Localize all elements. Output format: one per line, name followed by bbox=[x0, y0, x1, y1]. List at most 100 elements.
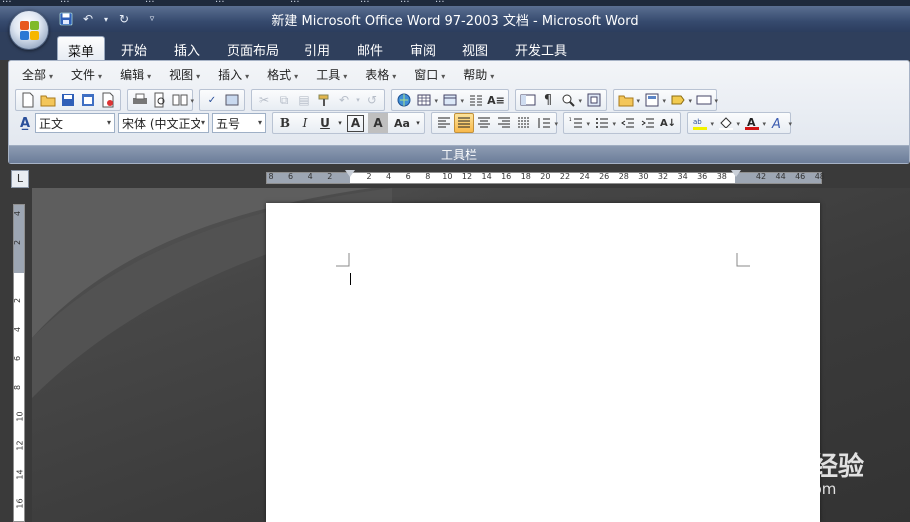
columns-icon[interactable] bbox=[466, 90, 486, 110]
title-bar[interactable]: ↶ ▾ ↻ ▿ 新建 Microsoft Office Word 97-2003… bbox=[0, 6, 910, 32]
spelling-icon[interactable]: ✓ bbox=[202, 90, 222, 110]
text-effects-icon[interactable]: A ▾ bbox=[768, 113, 792, 133]
document-pane-icon[interactable]: ▾ bbox=[642, 90, 666, 110]
font-size-select[interactable]: 五号 ▾ bbox=[212, 113, 266, 133]
tab-menu[interactable]: 菜单 bbox=[57, 36, 106, 60]
folder-icon[interactable]: ▾ bbox=[616, 90, 640, 110]
menu-all[interactable]: 全部 ▾ bbox=[13, 64, 62, 86]
tab-mailings[interactable]: 邮件 bbox=[347, 36, 393, 60]
tab-references[interactable]: 引用 bbox=[294, 36, 340, 60]
tab-page-layout[interactable]: 页面布局 bbox=[217, 36, 289, 60]
menu-insert[interactable]: 插入 ▾ bbox=[209, 64, 258, 86]
chevron-down-icon: ▾ bbox=[434, 97, 438, 105]
decrease-indent-icon[interactable] bbox=[618, 113, 638, 133]
shading-icon[interactable]: ▾ bbox=[716, 113, 740, 133]
export-pdf-icon[interactable] bbox=[98, 90, 118, 110]
tab-insert[interactable]: 插入 bbox=[164, 36, 210, 60]
save-icon[interactable] bbox=[58, 90, 78, 110]
horizontal-ruler[interactable]: 8 6 4 2 2 4 6 8 10 12 14 16 18 20 22 24 26 28 30 32 34 36 38 42… bbox=[266, 170, 825, 184]
char-shading-button[interactable]: A bbox=[368, 113, 388, 133]
read-mode-icon[interactable]: ▾ bbox=[170, 90, 194, 110]
chevron-down-icon: ▾ bbox=[106, 118, 111, 127]
font-color-icon[interactable]: A ▾ bbox=[742, 113, 766, 133]
numbering-icon[interactable]: 1 ▾ bbox=[566, 113, 590, 133]
format-painter-icon[interactable] bbox=[314, 90, 334, 110]
cut-icon[interactable]: ✂ bbox=[254, 90, 274, 110]
tab-selector-button[interactable]: L bbox=[11, 170, 29, 188]
ruler-number: 14 bbox=[481, 172, 492, 181]
ruler-number: 30 bbox=[638, 172, 649, 181]
first-line-indent-marker[interactable] bbox=[345, 170, 355, 177]
formatting-toolbar: A̲ 正文 ▾ 宋体 (中文正文 ▾ 五号 ▾ B I U ▾ A A Aa ▾ ▾ … bbox=[15, 111, 797, 135]
tab-developer[interactable]: 开发工具 bbox=[505, 36, 577, 60]
taskbar-item[interactable]: ... bbox=[400, 0, 410, 5]
underline-dropdown-icon[interactable]: ▾ bbox=[335, 113, 345, 133]
distributed-icon[interactable] bbox=[514, 113, 534, 133]
align-right-icon[interactable] bbox=[494, 113, 514, 133]
sort-icon[interactable]: A↓ bbox=[658, 113, 678, 133]
show-hide-icon[interactable]: ¶ bbox=[538, 90, 558, 110]
office-button[interactable] bbox=[9, 10, 49, 50]
menu-view[interactable]: 视图 ▾ bbox=[160, 64, 209, 86]
doc-map-icon[interactable] bbox=[518, 90, 538, 110]
table-icon[interactable]: ▾ bbox=[414, 90, 438, 110]
zoom-icon[interactable]: ▾ bbox=[558, 90, 582, 110]
research-icon[interactable] bbox=[222, 90, 242, 110]
vertical-ruler[interactable]: 4 2 2 4 6 8 10 12 14 16 bbox=[13, 204, 25, 522]
align-center-icon[interactable] bbox=[474, 113, 494, 133]
char-border-button[interactable]: A bbox=[347, 114, 364, 132]
tab-view[interactable]: 视图 bbox=[452, 36, 498, 60]
italic-button[interactable]: I bbox=[295, 113, 315, 133]
form-field-icon[interactable]: ▾ bbox=[694, 90, 718, 110]
copy-icon[interactable]: ⧉ bbox=[274, 90, 294, 110]
chevron-down-icon: ▾ bbox=[343, 72, 348, 81]
redo-icon[interactable]: ↺ bbox=[362, 90, 382, 110]
menu-format[interactable]: 格式 ▾ bbox=[258, 64, 307, 86]
align-left-icon[interactable] bbox=[434, 113, 454, 133]
increase-indent-icon[interactable] bbox=[638, 113, 658, 133]
ruler-number: 4 bbox=[386, 172, 392, 181]
taskbar-item[interactable]: ... bbox=[215, 0, 225, 5]
line-spacing-icon[interactable]: ▾ bbox=[534, 113, 558, 133]
bold-button[interactable]: B bbox=[275, 113, 295, 133]
permission-icon[interactable] bbox=[78, 90, 98, 110]
change-case-dropdown-icon[interactable]: ▾ bbox=[414, 113, 422, 133]
menu-edit[interactable]: 编辑 ▾ bbox=[111, 64, 160, 86]
taskbar-item[interactable]: ... bbox=[60, 0, 70, 5]
taskbar-item[interactable]: ... bbox=[435, 0, 445, 5]
justify-icon[interactable] bbox=[454, 113, 474, 133]
hyperlink-icon[interactable] bbox=[394, 90, 414, 110]
chevron-down-icon: ▾ bbox=[788, 120, 792, 128]
fullscreen-icon[interactable] bbox=[584, 90, 604, 110]
text-direction-icon[interactable]: A≡ bbox=[486, 90, 506, 110]
print-icon[interactable] bbox=[130, 90, 150, 110]
new-document-icon[interactable] bbox=[18, 90, 38, 110]
label-icon[interactable]: ▾ bbox=[668, 90, 692, 110]
change-case-button[interactable]: Aa bbox=[390, 113, 414, 133]
menu-window[interactable]: 窗口 ▾ bbox=[405, 64, 454, 86]
print-preview-icon[interactable] bbox=[150, 90, 170, 110]
right-indent-marker[interactable] bbox=[731, 170, 741, 177]
styles-pane-icon[interactable]: A̲ bbox=[15, 113, 35, 133]
taskbar-item[interactable]: ... bbox=[2, 0, 12, 5]
style-select[interactable]: 正文 ▾ bbox=[35, 113, 115, 133]
tab-home[interactable]: 开始 bbox=[111, 36, 157, 60]
menu-file[interactable]: 文件 ▾ bbox=[62, 64, 111, 86]
menu-table[interactable]: 表格 ▾ bbox=[356, 64, 405, 86]
menu-tools[interactable]: 工具 ▾ bbox=[307, 64, 356, 86]
highlighter-icon[interactable]: ab ▾ bbox=[690, 113, 714, 133]
taskbar-item[interactable]: ... bbox=[145, 0, 155, 5]
list-group: 1 ▾ ▾ A↓ bbox=[563, 112, 681, 134]
paste-icon[interactable]: ▤ bbox=[294, 90, 314, 110]
font-select[interactable]: 宋体 (中文正文 ▾ bbox=[118, 113, 209, 133]
underline-button[interactable]: U bbox=[315, 113, 335, 133]
bullets-icon[interactable]: ▾ bbox=[592, 113, 616, 133]
undo-dropdown-icon[interactable]: ▾ bbox=[354, 90, 362, 110]
menu-help[interactable]: 帮助 ▾ bbox=[454, 64, 503, 86]
insert-table-icon[interactable]: ▾ bbox=[440, 90, 464, 110]
taskbar-item[interactable]: ... bbox=[360, 0, 370, 5]
taskbar-item[interactable]: ... bbox=[290, 0, 300, 5]
open-folder-icon[interactable] bbox=[38, 90, 58, 110]
undo-icon[interactable]: ↶ bbox=[334, 90, 354, 110]
tab-review[interactable]: 审阅 bbox=[400, 36, 446, 60]
